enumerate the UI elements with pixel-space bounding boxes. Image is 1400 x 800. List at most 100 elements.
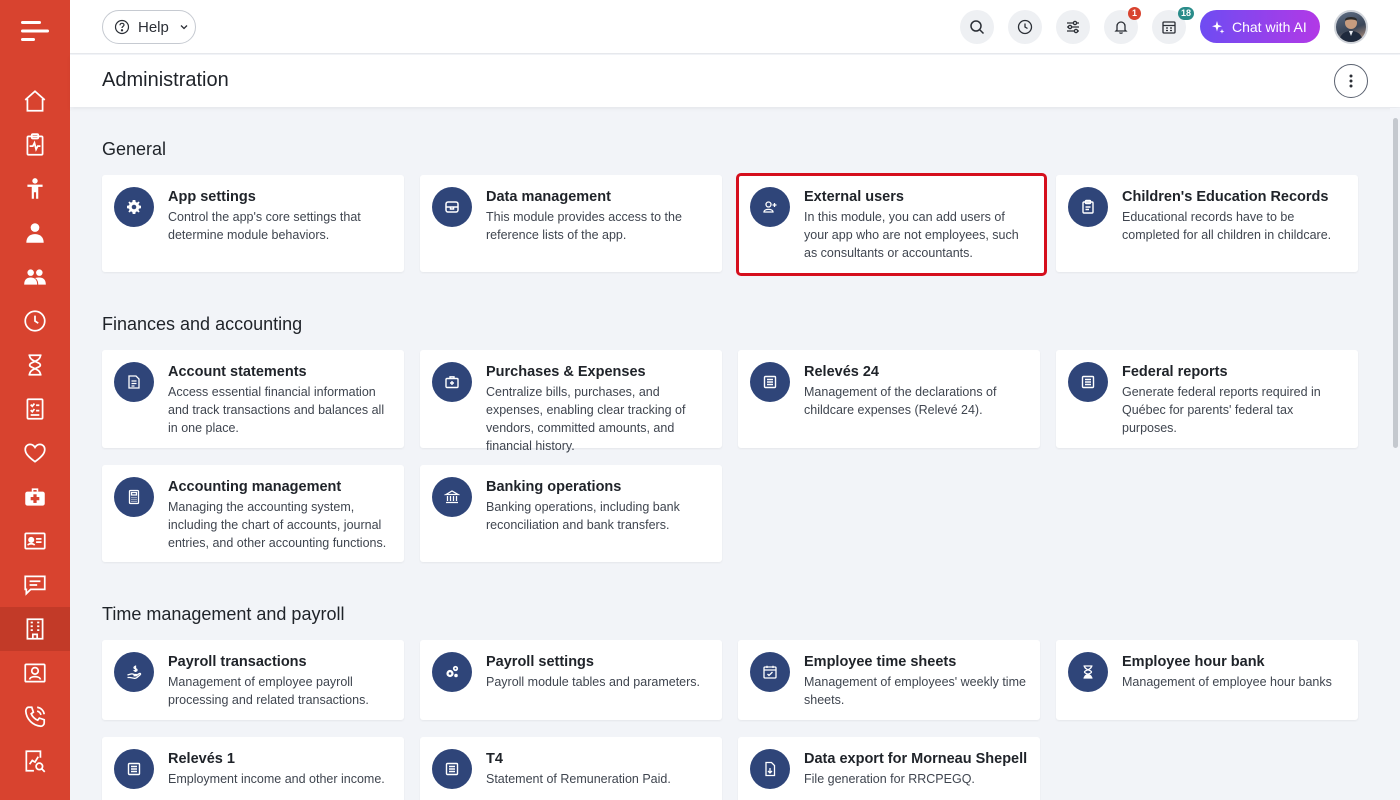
card-payroll-settings[interactable]: Payroll settings Payroll module tables a… xyxy=(420,640,722,720)
chevron-down-icon xyxy=(180,25,188,30)
card-account-statements[interactable]: Account statements Access essential fina… xyxy=(102,350,404,448)
sidebar-item-id-cards[interactable] xyxy=(0,519,70,563)
sidebar-item-staff[interactable] xyxy=(0,211,70,255)
sidebar-item-administration[interactable] xyxy=(0,607,70,651)
chat-icon xyxy=(24,575,46,596)
card-description: Management of the declarations of childc… xyxy=(804,385,997,417)
timesheet-icon xyxy=(750,652,790,692)
people-icon xyxy=(24,269,46,285)
card-data-export-morneau-shepell[interactable]: Data export for Morneau Shepell File gen… xyxy=(738,737,1040,800)
section-title-finances: Finances and accounting xyxy=(102,314,303,334)
notifications-button[interactable]: 1 xyxy=(1104,7,1141,44)
hourglass-icon xyxy=(1068,652,1108,692)
card-description: File generation for RRCPEGQ. xyxy=(804,772,975,786)
add-user-icon xyxy=(750,187,790,227)
history-button[interactable] xyxy=(1008,10,1042,44)
sidebar-item-reports[interactable] xyxy=(0,739,70,783)
card-t4[interactable]: T4 Statement of Remuneration Paid. xyxy=(420,737,722,800)
sidebar-item-health-records[interactable] xyxy=(0,123,70,167)
card-description: Employment income and other income. xyxy=(168,772,385,786)
file-export-icon xyxy=(750,749,790,789)
question-circle-icon xyxy=(114,19,130,35)
phone-icon xyxy=(24,706,46,728)
sidebar-item-checklists[interactable] xyxy=(0,387,70,431)
sidebar-item-home[interactable] xyxy=(0,79,70,123)
help-button[interactable]: Help xyxy=(102,10,196,44)
card-description: In this module, you can add users of you… xyxy=(804,210,1019,260)
child-icon xyxy=(27,178,43,199)
sidebar-item-attendance[interactable] xyxy=(0,299,70,343)
sidebar-item-messages[interactable] xyxy=(0,563,70,607)
document-icon xyxy=(114,749,154,789)
sliders-icon xyxy=(1067,20,1079,34)
card-title: Data management xyxy=(486,189,611,205)
briefcase-icon xyxy=(432,362,472,402)
bank-icon xyxy=(432,477,472,517)
card-description: Payroll module tables and parameters. xyxy=(486,675,701,689)
page-title: Administration xyxy=(102,69,229,91)
sidebar-item-medical[interactable] xyxy=(0,475,70,519)
card-description: Educational records have to be completed… xyxy=(1122,210,1332,242)
contact-icon xyxy=(24,663,46,683)
card-description: Generate federal reports required in Qué… xyxy=(1122,385,1321,435)
card-title: Banking operations xyxy=(486,479,622,495)
calendar-badge: 18 xyxy=(1177,7,1194,20)
document-icon xyxy=(750,362,790,402)
sidebar-item-contacts[interactable] xyxy=(0,651,70,695)
calendar-icon xyxy=(1162,21,1176,34)
card-releves-1[interactable]: Relevés 1 Employment income and other in… xyxy=(102,737,404,800)
sparkle-icon xyxy=(1212,20,1225,34)
card-description: Control the app's core settings that det… xyxy=(168,210,361,242)
document-icon xyxy=(432,749,472,789)
search-button[interactable] xyxy=(960,10,994,44)
card-title: External users xyxy=(804,189,904,205)
card-title: Payroll settings xyxy=(486,654,594,670)
sidebar-item-children[interactable] xyxy=(0,167,70,211)
help-label: Help xyxy=(138,18,169,36)
sidebar-item-groups[interactable] xyxy=(0,255,70,299)
sidebar-item-hours[interactable] xyxy=(0,343,70,387)
card-external-users[interactable]: External users In this module, you can a… xyxy=(736,173,1047,276)
card-title: Employee time sheets xyxy=(804,654,957,670)
scrollbar-thumb[interactable] xyxy=(1393,118,1398,448)
sidebar-item-wellness[interactable] xyxy=(0,431,70,475)
card-description: Management of employees' weekly time she… xyxy=(804,675,1026,707)
sidebar-item-calls[interactable] xyxy=(0,695,70,739)
card-app-settings[interactable]: App settings Control the app's core sett… xyxy=(102,175,404,272)
chat-with-ai-button[interactable]: Chat with AI xyxy=(1200,10,1320,43)
statement-icon xyxy=(114,362,154,402)
hourglass-icon xyxy=(28,354,42,376)
payroll-icon xyxy=(114,652,154,692)
card-childrens-education-records[interactable]: Children's Education Records Educational… xyxy=(1056,175,1358,272)
card-payroll-transactions[interactable]: Payroll transactions Management of emplo… xyxy=(102,640,404,720)
card-data-management[interactable]: Data management This module provides acc… xyxy=(420,175,722,272)
more-options-button[interactable] xyxy=(1334,64,1368,98)
card-title: Data export for Morneau Shepell xyxy=(804,751,1028,767)
menu-icon[interactable] xyxy=(21,20,49,42)
card-employee-time-sheets[interactable]: Employee time sheets Management of emplo… xyxy=(738,640,1040,720)
section-title-time-payroll: Time management and payroll xyxy=(102,604,345,624)
calendar-button[interactable]: 18 xyxy=(1152,7,1194,44)
building-icon xyxy=(26,618,44,640)
card-title: T4 xyxy=(486,751,503,767)
card-releves-24[interactable]: Relevés 24 Management of the declaration… xyxy=(738,350,1040,448)
chat-with-ai-label: Chat with AI xyxy=(1232,18,1307,35)
avatar-portrait-icon xyxy=(1339,17,1363,42)
sidebar xyxy=(0,0,70,800)
card-purchases-expenses[interactable]: Purchases & Expenses Centralize bills, p… xyxy=(420,350,722,453)
card-description: Management of employee payroll processin… xyxy=(168,675,369,707)
clipboard-pulse-icon xyxy=(26,133,44,156)
user-avatar[interactable] xyxy=(1334,10,1368,44)
card-employee-hour-bank[interactable]: Employee hour bank Management of employe… xyxy=(1056,640,1358,720)
card-accounting-management[interactable]: Accounting management Managing the accou… xyxy=(102,465,404,562)
card-banking-operations[interactable]: Banking operations Banking operations, i… xyxy=(420,465,722,562)
card-description: Access essential financial information a… xyxy=(168,385,385,435)
database-icon xyxy=(432,187,472,227)
card-title: Children's Education Records xyxy=(1122,189,1329,205)
filters-button[interactable] xyxy=(1056,10,1090,44)
card-federal-reports[interactable]: Federal reports Generate federal reports… xyxy=(1056,350,1358,448)
card-description: This module provides access to the refer… xyxy=(486,210,682,242)
search-icon xyxy=(970,20,985,35)
section-title-general: General xyxy=(102,139,167,159)
notifications-badge: 1 xyxy=(1128,7,1141,20)
